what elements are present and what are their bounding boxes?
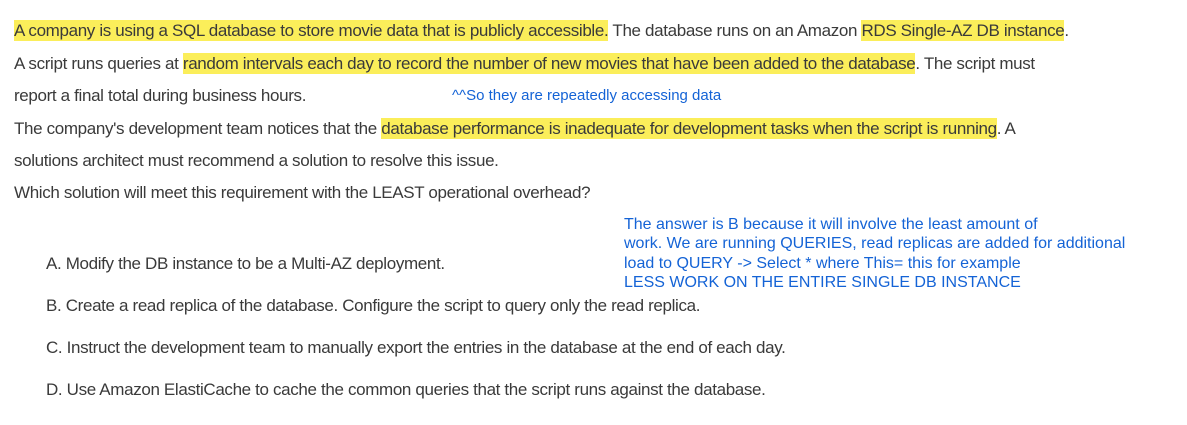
- question-line-5: solutions architect must recommend a sol…: [14, 151, 499, 170]
- access-annotation: ^^So they are repeatedly accessing data: [452, 87, 722, 104]
- question-line-2: A script runs queries at random interval…: [14, 53, 1035, 74]
- highlight: A company is using a SQL database to sto…: [14, 20, 609, 41]
- option-a[interactable]: A. Modify the DB instance to be a Multi-…: [46, 254, 445, 274]
- question-line-1: A company is using a SQL database to sto…: [14, 20, 1069, 41]
- text-span: . A: [996, 119, 1016, 138]
- highlight: database performance is inadequate for d…: [381, 118, 997, 139]
- option-c[interactable]: C. Instruct the development team to manu…: [46, 338, 786, 358]
- question-line-4: The company's development team notices t…: [14, 118, 1016, 139]
- option-d[interactable]: D. Use Amazon ElastiCache to cache the c…: [46, 380, 766, 400]
- answer-note-line: load to QUERY -> Select * where This= th…: [624, 255, 1021, 272]
- answer-note-line: The answer is B because it will involve …: [624, 216, 1038, 233]
- question-line-3: report a final total during business hou…: [14, 86, 307, 105]
- text-span: A script runs queries at: [14, 54, 183, 73]
- question-line-6: Which solution will meet this requiremen…: [14, 183, 591, 202]
- highlight: random intervals each day to record the …: [182, 53, 916, 74]
- text-span: The company's development team notices t…: [14, 119, 382, 138]
- text-span: . The script must: [915, 54, 1035, 73]
- highlight: RDS Single-AZ DB instance: [861, 20, 1065, 41]
- text-span: The database runs on an Amazon: [608, 21, 862, 40]
- answer-note-line: LESS WORK ON THE ENTIRE SINGLE DB INSTAN…: [624, 274, 1021, 291]
- option-b[interactable]: B. Create a read replica of the database…: [46, 296, 700, 316]
- answer-note-line: work. We are running QUERIES, read repli…: [624, 235, 1126, 252]
- text-span: .: [1064, 21, 1069, 40]
